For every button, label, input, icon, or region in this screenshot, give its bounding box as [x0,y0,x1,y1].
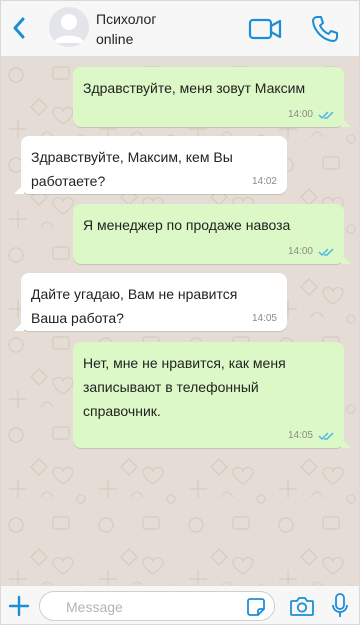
composer-bar [1,585,359,624]
message-meta: 14:05 [252,313,277,325]
chevron-left-icon [13,17,25,39]
double-check-icon [318,111,334,120]
video-camera-icon [248,18,282,40]
message-bubble-incoming[interactable]: Здравствуйте, Максим, кем Вы работаете? … [14,136,287,194]
message-text: Здравствуйте, Максим, кем Вы работаете? [31,149,233,189]
message-text: Здравствуйте, меня зовут Максим [83,80,306,96]
video-call-button[interactable] [247,15,283,43]
message-input[interactable] [66,597,236,617]
message-time: 14:05 [287,430,313,441]
camera-icon [290,597,314,616]
message-input-wrapper [39,591,275,621]
double-check-icon [318,248,334,257]
message-meta: 14:00 [288,246,334,258]
message-meta: 14:00 [288,109,334,121]
microphone-button[interactable] [331,592,349,620]
message-text: Я менеджер по продаже навоза [83,217,291,233]
microphone-icon [332,593,348,617]
double-check-icon [318,432,334,441]
message-meta: 14:02 [252,176,277,188]
message-time: 14:00 [287,109,313,120]
camera-button[interactable] [289,594,315,618]
voice-call-button[interactable] [309,13,341,45]
message-time: 14:02 [251,176,277,187]
plus-icon [8,595,30,617]
message-meta: 14:05 [288,430,334,442]
message-list[interactable]: Здравствуйте, меня зовут Максим 14:00 Зд… [1,57,359,585]
contact-name[interactable]: Психолог [96,11,156,27]
avatar[interactable] [49,7,89,47]
person-silhouette-icon [49,7,89,47]
message-bubble-outgoing[interactable]: Нет, мне не нравится, как меня записываю… [73,342,351,448]
message-text: Дайте угадаю, Вам не нравится Ваша работ… [31,286,238,326]
message-bubble-incoming[interactable]: Дайте угадаю, Вам не нравится Ваша работ… [14,273,287,331]
message-time: 14:00 [287,246,313,257]
chat-header: Психолог online [1,1,359,57]
back-button[interactable] [7,13,31,43]
sticker-button[interactable] [246,597,266,617]
message-time: 14:05 [251,313,277,324]
message-text: Нет, мне не нравится, как меня записываю… [83,355,286,419]
attach-button[interactable] [7,594,31,618]
phone-icon [312,16,338,42]
sticker-icon [247,598,265,616]
message-bubble-outgoing[interactable]: Я менеджер по продаже навоза 14:00 [73,204,351,264]
contact-status: online [96,31,134,47]
chat-screen: Психолог online Здравствуйте, меня зовут… [0,0,360,625]
message-bubble-outgoing[interactable]: Здравствуйте, меня зовут Максим 14:00 [73,67,351,127]
